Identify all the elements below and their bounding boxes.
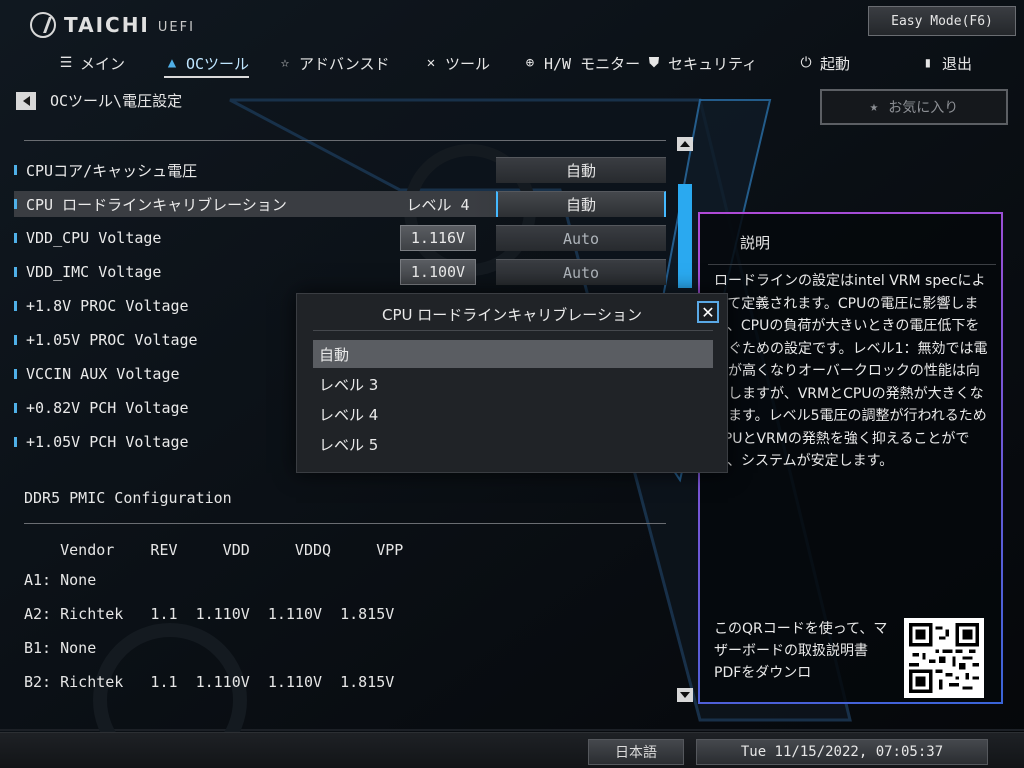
divider	[708, 264, 996, 265]
tab-advanced[interactable]: ☆ アドバンスド	[277, 48, 390, 78]
setting-row-vdd-imc[interactable]: VDD_IMC Voltage 1.100V Auto	[14, 259, 666, 285]
setting-row-cpu-llc[interactable]: CPU ロードラインキャリブレーション レベル 4 自動	[14, 191, 666, 217]
option-level-5[interactable]: レベル 5	[313, 430, 713, 458]
description-title: 説明	[740, 234, 771, 252]
pmic-row: A1: None	[24, 571, 97, 589]
pmic-row: A2: Richtek 1.1 1.110V 1.110V 1.815V	[24, 605, 395, 623]
qr-caption: このQRコードを使って、マザーボードの取扱説明書PDFをダウンロ	[714, 621, 888, 681]
exit-icon: ▮	[923, 55, 933, 71]
llc-options-dialog: CPU ロードラインキャリブレーション ✕ 自動 レベル 3 レベル 4 レベル…	[296, 293, 728, 473]
bullet-icon	[14, 199, 17, 209]
option-level-3[interactable]: レベル 3	[313, 370, 713, 398]
setting-current-value: レベル 4	[406, 195, 470, 214]
taichi-logo-icon	[30, 12, 56, 38]
status-bar: 日本語 Tue 11/15/2022, 07:05:37	[0, 732, 1024, 768]
main-nav: ☰ メイン ▲ OCツール ☆ アドバンスド ✕ ツール ⊕ H/W モニター …	[0, 48, 1024, 78]
bullet-icon	[14, 165, 17, 175]
tab-label: 起動	[820, 54, 851, 73]
monitor-icon: ⊕	[525, 55, 535, 71]
option-auto[interactable]: 自動	[313, 340, 713, 368]
setting-row-vdd-cpu[interactable]: VDD_CPU Voltage 1.116V Auto	[14, 225, 666, 251]
bullet-icon	[14, 369, 17, 379]
bullet-icon	[14, 301, 17, 311]
setting-value[interactable]: Auto	[496, 225, 666, 251]
tools-icon: ✕	[426, 55, 436, 71]
top-bar: TAICHI UEFI Easy Mode(F6) ☰ メイン ▲ OCツール …	[0, 0, 1024, 84]
divider	[24, 140, 666, 141]
tab-oc-tools[interactable]: ▲ OCツール	[164, 48, 250, 78]
language-button[interactable]: 日本語	[588, 739, 684, 765]
setting-current-value: 1.100V	[400, 259, 476, 285]
bullet-icon	[14, 403, 17, 413]
pmic-section-title: DDR5 PMIC Configuration	[24, 489, 232, 507]
easy-mode-button[interactable]: Easy Mode(F6)	[868, 6, 1016, 36]
setting-value[interactable]: Auto	[496, 259, 666, 285]
datetime-display: Tue 11/15/2022, 07:05:37	[696, 739, 988, 765]
tab-label: セキュリティ	[668, 54, 758, 73]
star-icon: ★	[869, 99, 879, 115]
favorites-label: お気に入り	[888, 100, 959, 116]
pmic-header: Vendor REV VDD VDDQ VPP	[24, 541, 404, 559]
setting-value[interactable]: 自動	[496, 191, 666, 217]
shield-icon: ⛊	[648, 55, 660, 71]
tab-label: ツール	[445, 54, 491, 73]
tab-hw-monitor[interactable]: ⊕ H/W モニター	[522, 48, 640, 78]
pmic-row: B1: None	[24, 639, 97, 657]
setting-current-value: 1.116V	[400, 225, 476, 251]
pmic-row: B2: Richtek 1.1 1.110V 1.110V 1.815V	[24, 673, 395, 691]
description-text: ロードラインの設定はintel VRM specによって定義されます。CPUの電…	[714, 273, 988, 469]
divider	[24, 523, 666, 524]
tab-label: 退出	[942, 54, 973, 73]
tab-boot[interactable]: ⏻ 起動	[798, 48, 850, 78]
tab-main[interactable]: ☰ メイン	[58, 48, 125, 78]
dialog-title: CPU ロードラインキャリブレーション	[382, 306, 642, 324]
tab-label: OCツール	[186, 54, 250, 73]
back-button[interactable]	[16, 91, 36, 110]
setting-value[interactable]: 自動	[496, 157, 666, 183]
scroll-up-arrow-icon[interactable]	[677, 137, 693, 151]
brand-name: TAICHI	[64, 13, 150, 37]
bullet-icon	[14, 437, 17, 447]
power-icon: ⏻	[800, 55, 812, 71]
bullet-icon	[14, 233, 17, 243]
tab-security[interactable]: ⛊ セキュリティ	[646, 48, 757, 78]
breadcrumb: OCツール\電圧設定	[50, 92, 183, 110]
tab-label: アドバンスド	[299, 54, 390, 73]
bullet-icon	[14, 267, 17, 277]
scrollbar-thumb[interactable]	[678, 184, 692, 288]
description-panel: 説明 ロードラインの設定はintel VRM specによって定義されます。CP…	[698, 212, 1003, 704]
setting-row-cpu-core-voltage[interactable]: CPUコア/キャッシュ電圧 自動	[14, 157, 666, 183]
star-icon: ☆	[280, 55, 290, 71]
brand-logo: TAICHI UEFI	[30, 12, 195, 38]
breadcrumb-row: OCツール\電圧設定	[16, 90, 182, 111]
option-level-4[interactable]: レベル 4	[313, 400, 713, 428]
close-icon[interactable]: ✕	[697, 301, 719, 323]
tab-label: メイン	[80, 54, 126, 73]
rocket-icon: ▲	[167, 55, 177, 71]
tab-label: H/W モニター	[544, 54, 641, 73]
bullet-icon	[14, 335, 17, 345]
divider	[313, 330, 713, 331]
list-icon: ☰	[59, 55, 73, 71]
tab-exit[interactable]: ▮ 退出	[920, 48, 972, 78]
brand-sub: UEFI	[157, 19, 195, 35]
favorites-button[interactable]: ★ お気に入り	[820, 89, 1008, 125]
tab-tools[interactable]: ✕ ツール	[423, 48, 490, 78]
scroll-down-arrow-icon[interactable]	[677, 688, 693, 702]
qr-code-icon	[904, 618, 984, 698]
